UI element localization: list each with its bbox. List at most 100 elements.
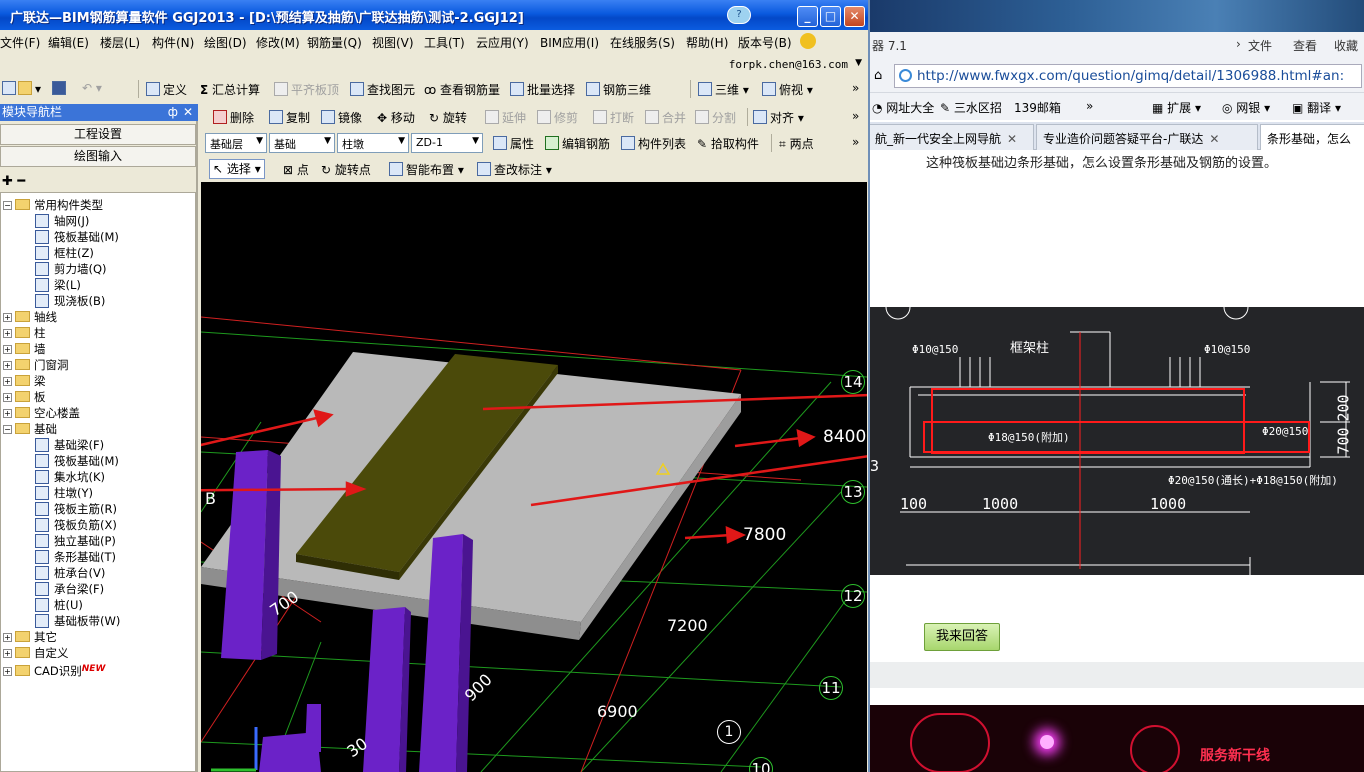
layer-select[interactable]: 基础层 ▼ [205, 133, 267, 153]
app-titlebar[interactable]: 广联达—BIM钢筋算量软件 GGJ2013 - [D:\预结算及抽筋\广联达抽筋… [0, 0, 868, 30]
ebank-button[interactable]: ◎ 网银 ▾ [1222, 99, 1270, 116]
project-settings-button[interactable]: 工程设置 [0, 124, 196, 145]
tree-item[interactable]: 筏板基础(M) [35, 229, 119, 245]
tree-folder[interactable]: + 其它 [3, 629, 57, 645]
menu-file[interactable]: 文件(F) [0, 34, 40, 51]
extension-button[interactable]: ▦ 扩展 ▾ [1152, 99, 1201, 116]
copy-button[interactable]: 复制 [269, 109, 310, 126]
tree-item[interactable]: 框柱(Z) [35, 245, 94, 261]
fav-more[interactable]: » [1086, 99, 1093, 113]
expand-icon[interactable]: + [3, 345, 12, 354]
select-button[interactable]: ↖ 选择 ▾ [209, 159, 265, 179]
chevron-down-icon[interactable]: ▼ [855, 58, 862, 68]
expand-icon[interactable]: + [3, 649, 12, 658]
tree-item[interactable]: 筏板基础(M) [35, 453, 119, 469]
extend-button[interactable]: 延伸 [485, 109, 526, 126]
tree-folder[interactable]: + 自定义 [3, 645, 69, 661]
sum-calc-button[interactable]: Σ 汇总计算 [200, 81, 260, 98]
chevron-right-icon[interactable]: › [1236, 37, 1241, 51]
type-select[interactable]: 柱墩 ▼ [337, 133, 409, 153]
tree-folder[interactable]: + 板 [3, 389, 46, 405]
menu-component[interactable]: 构件(N) [152, 34, 194, 51]
expand-icon[interactable]: + [3, 313, 12, 322]
merge-button[interactable]: 合并 [645, 109, 686, 126]
tree-folder[interactable]: − 常用构件类型 [3, 197, 103, 213]
tree-folder[interactable]: + 轴线 [3, 309, 57, 325]
expand-icon[interactable]: + [3, 329, 12, 338]
rebar-3d-button[interactable]: 钢筋三维 [586, 81, 651, 98]
help-icon[interactable]: ? [727, 6, 751, 24]
define-button[interactable]: 定义 [146, 81, 187, 98]
modify-label-button[interactable]: 查改标注 ▾ [477, 161, 552, 178]
mirror-button[interactable]: 镜像 [321, 109, 362, 126]
smiley-icon[interactable] [800, 33, 816, 49]
two-points-button[interactable]: ⌗ 两点 [779, 135, 814, 152]
new-file-icon[interactable] [2, 81, 19, 96]
browser-tab[interactable]: 航_新一代安全上网导航 ✕ [870, 124, 1034, 150]
tree-folder[interactable]: + 墙 [3, 341, 46, 357]
menu-online[interactable]: 在线服务(S) [610, 34, 675, 51]
menu-cloud[interactable]: 云应用(Y) [476, 34, 529, 51]
tree-folder[interactable]: + 梁 [3, 373, 46, 389]
expand-icon[interactable]: + [3, 361, 12, 370]
fav-sanshui[interactable]: ✎ 三水区招 [940, 99, 1002, 116]
menu-tools[interactable]: 工具(T) [424, 34, 465, 51]
split-button[interactable]: 分割 [695, 109, 736, 126]
menu-floor[interactable]: 楼层(L) [100, 34, 140, 51]
menu-edit[interactable]: 编辑(E) [48, 34, 89, 51]
pin-icon[interactable]: ф [168, 104, 178, 121]
answer-button[interactable]: 我来回答 [924, 623, 1000, 651]
expand-icon[interactable]: + [3, 667, 12, 676]
properties-button[interactable]: 属性 [493, 135, 534, 152]
tree-folder[interactable]: + CAD识别NEW [3, 661, 105, 679]
open-file-icon[interactable]: ▾ [18, 81, 41, 96]
component-list-button[interactable]: 构件列表 [621, 135, 686, 152]
close-icon[interactable]: ✕ [1209, 132, 1219, 146]
edit-rebar-button[interactable]: 编辑钢筋 [545, 135, 610, 152]
tree-item[interactable]: 条形基础(T) [35, 549, 116, 565]
pick-component-button[interactable]: ✎ 拾取构件 [697, 135, 759, 152]
save-icon[interactable] [52, 81, 69, 96]
tree-item[interactable]: 基础梁(F) [35, 437, 104, 453]
home-icon[interactable]: ⌂ [874, 68, 882, 83]
overflow-chevron-icon[interactable]: » [852, 135, 859, 149]
tree-item[interactable]: 桩(U) [35, 597, 83, 613]
find-element-button[interactable]: 查找图元 [350, 81, 415, 98]
tree-item[interactable]: 现浇板(B) [35, 293, 105, 309]
batch-select-button[interactable]: 批量选择 [510, 81, 575, 98]
tree-item[interactable]: 基础板带(W) [35, 613, 120, 629]
menu-version[interactable]: 版本号(B) [738, 34, 792, 51]
component-select[interactable]: ZD-1 ▼ [411, 133, 483, 153]
tree-item[interactable]: 筏板负筋(X) [35, 517, 117, 533]
browser-menu-file[interactable]: 文件 [1248, 37, 1272, 54]
rotate-point-button[interactable]: ↻ 旋转点 [321, 161, 371, 178]
collapse-icon[interactable]: − [3, 201, 12, 210]
ad-banner[interactable]: 服务新干线 [870, 705, 1364, 772]
translate-button[interactable]: ▣ 翻译 ▾ [1292, 99, 1341, 116]
move-button[interactable]: ✥ 移动 [377, 109, 415, 126]
tree-folder[interactable]: + 柱 [3, 325, 46, 341]
browser-menu-favorites[interactable]: 收藏 [1334, 37, 1358, 54]
overflow-chevron-icon[interactable]: » [852, 109, 859, 123]
user-email[interactable]: forpk.chen@163.com [729, 58, 848, 71]
expand-icon[interactable]: + [3, 377, 12, 386]
rotate-button[interactable]: ↻ 旋转 [429, 109, 467, 126]
menu-bim[interactable]: BIM应用(I) [540, 34, 599, 51]
menu-rebar-qty[interactable]: 钢筋量(Q) [307, 34, 362, 51]
draw-input-button[interactable]: 绘图输入 [0, 146, 196, 167]
menu-help[interactable]: 帮助(H) [686, 34, 728, 51]
menu-modify[interactable]: 修改(M) [256, 34, 300, 51]
3d-viewport[interactable]: B 14 13 12 11 1 10 8400 7800 7200 6900 7… [201, 182, 867, 772]
tree-item[interactable]: 承台梁(F) [35, 581, 104, 597]
expand-icon[interactable]: + [3, 409, 12, 418]
fav-nav[interactable]: ◔ 网址大全 [872, 99, 934, 116]
tree-item[interactable]: 桩承台(V) [35, 565, 105, 581]
tree-folder[interactable]: + 空心楼盖 [3, 405, 80, 421]
browser-tab[interactable]: 专业造价问题答疑平台-广联达 ✕ [1036, 124, 1258, 150]
view-rebar-button[interactable]: ꝏ 查看钢筋量 [424, 81, 500, 98]
expand-icon[interactable]: + [3, 633, 12, 642]
point-button[interactable]: ⊠ 点 [283, 161, 309, 178]
browser-tab-active[interactable]: 条形基础，怎么 [1260, 124, 1364, 150]
browser-menu-view[interactable]: 查看 [1293, 37, 1317, 54]
tree-folder[interactable]: + 门窗洞 [3, 357, 69, 373]
